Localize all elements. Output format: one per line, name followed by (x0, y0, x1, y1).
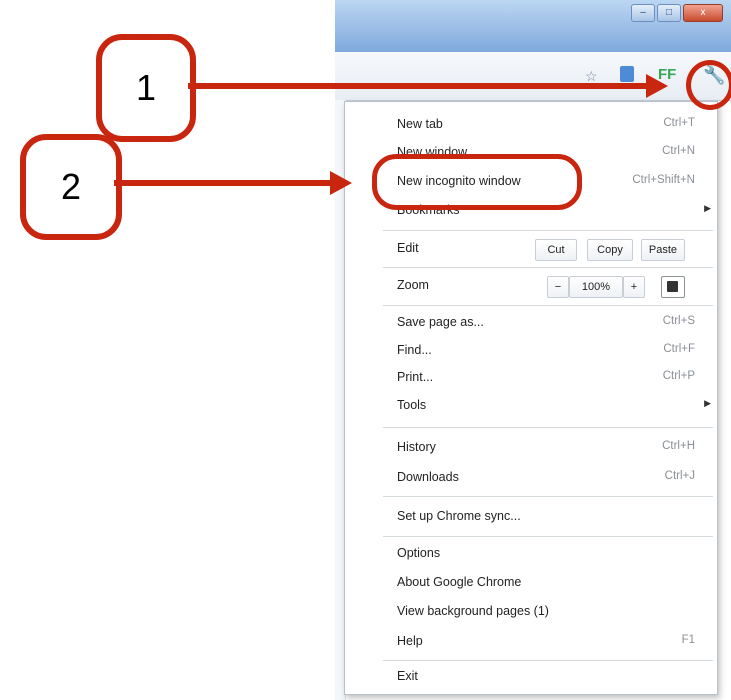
menu-divider (383, 660, 713, 661)
menu-item-find[interactable]: Find... Ctrl+F (345, 338, 717, 364)
copy-button[interactable]: Copy (587, 239, 633, 261)
menu-item-downloads[interactable]: Downloads Ctrl+J (345, 465, 717, 491)
arrow-head-step-1 (646, 74, 668, 98)
menu-item-background-pages[interactable]: View background pages (1) (345, 599, 717, 625)
close-button[interactable]: x (683, 4, 723, 22)
callout-step-1: 1 (96, 34, 196, 142)
fullscreen-icon[interactable] (661, 276, 685, 298)
zoom-level: 100% (569, 276, 623, 298)
callout-step-2: 2 (20, 134, 122, 240)
page-icon[interactable] (620, 66, 634, 82)
minimize-button[interactable]: – (631, 4, 655, 22)
submenu-arrow-icon: ▶ (704, 203, 711, 213)
arrow-step-1 (188, 83, 648, 89)
menu-item-help[interactable]: Help F1 (345, 629, 717, 655)
menu-divider (383, 536, 713, 537)
zoom-out-button[interactable]: − (547, 276, 569, 298)
menu-item-print[interactable]: Print... Ctrl+P (345, 365, 717, 391)
menu-item-new-tab[interactable]: New tab Ctrl+T (345, 112, 717, 138)
arrow-head-step-2 (330, 171, 352, 195)
maximize-button[interactable]: □ (657, 4, 681, 22)
submenu-arrow-icon: ▶ (704, 398, 711, 408)
zoom-in-button[interactable]: + (623, 276, 645, 298)
menu-item-sync[interactable]: Set up Chrome sync... (345, 504, 717, 530)
window-titlebar: – □ x (335, 0, 731, 52)
menu-item-zoom: Zoom − 100% + (345, 273, 717, 299)
highlight-ring-incognito (372, 154, 582, 210)
browser-toolbar: ☆ FF 🔧 (335, 52, 731, 101)
menu-divider (383, 305, 713, 306)
cut-button[interactable]: Cut (535, 239, 577, 261)
menu-item-edit: Edit Cut Copy Paste (345, 236, 717, 262)
menu-divider (383, 427, 713, 428)
paste-button[interactable]: Paste (641, 239, 685, 261)
menu-divider (383, 230, 713, 231)
menu-divider (383, 496, 713, 497)
highlight-ring-wrench (686, 60, 731, 110)
arrow-step-2 (114, 180, 332, 186)
window-controls: – □ x (631, 4, 723, 22)
menu-item-exit[interactable]: Exit (345, 664, 717, 690)
menu-divider (383, 267, 713, 268)
menu-item-about[interactable]: About Google Chrome (345, 570, 717, 596)
menu-item-save-page[interactable]: Save page as... Ctrl+S (345, 310, 717, 336)
menu-item-options[interactable]: Options (345, 541, 717, 567)
menu-item-history[interactable]: History Ctrl+H (345, 435, 717, 461)
menu-item-tools[interactable]: Tools ▶ (345, 393, 717, 419)
